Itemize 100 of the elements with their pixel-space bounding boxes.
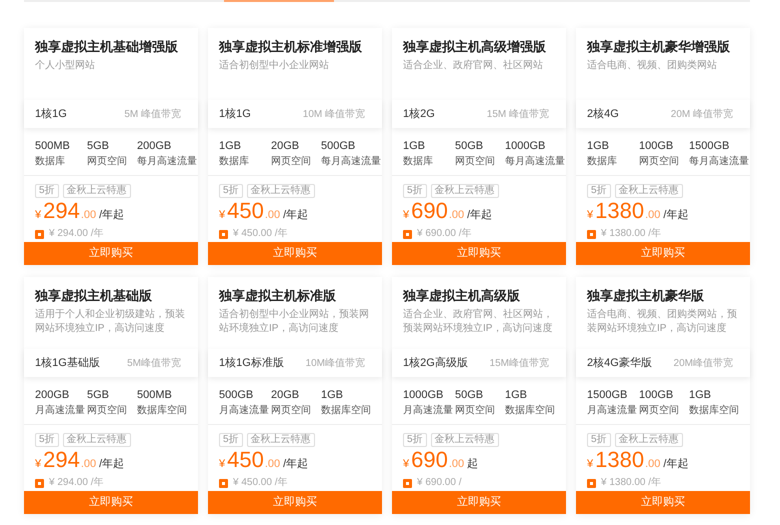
original-price: ¥ 690.00 /年 <box>417 228 472 240</box>
plan-title: 独享虚拟主机标准增强版 <box>219 38 363 56</box>
original-price: ¥ 690.00 / <box>417 477 462 489</box>
price-amount: 450 <box>227 199 264 223</box>
promo-tag: 5折 <box>587 184 611 198</box>
stat-value: 100GB <box>639 139 674 153</box>
stat-value: 500GB <box>321 139 356 153</box>
stat-value: 200GB <box>35 388 70 402</box>
stat-label: 数据库 <box>587 155 618 169</box>
price-amount: 690 <box>411 199 448 223</box>
stat-label: 每月高速流量 <box>321 155 381 169</box>
stat-label: 月高速流量 <box>35 404 86 418</box>
original-price: ¥ 450.00 /年 <box>233 228 288 240</box>
original-price: ¥ 294.00 /年 <box>49 228 104 240</box>
plan-description: 适用于个人和企业初级建站，预装网站环境独立IP，高访问速度 <box>35 308 186 336</box>
stat-label: 网页空间 <box>271 404 312 418</box>
price-amount: 294 <box>43 448 80 472</box>
stat-label: 数据库 <box>403 155 434 169</box>
buy-button[interactable]: 立即购买 <box>576 242 750 265</box>
stat-value: 1GB <box>403 139 426 153</box>
bandwidth-text: 10M 峰值带宽 <box>302 108 365 122</box>
stat-value: 1000GB <box>505 139 546 153</box>
stat-value: 5GB <box>87 139 110 153</box>
price-amount: 690 <box>411 448 448 472</box>
stat-label: 月高速流量 <box>403 404 454 418</box>
bandwidth-text: 20M峰值带宽 <box>674 356 733 370</box>
buy-button[interactable]: 立即购买 <box>24 491 198 514</box>
promo-tag: 金秋上云特惠 <box>430 433 499 447</box>
price-amount: 450 <box>227 448 264 472</box>
currency-symbol: ¥ <box>219 457 226 472</box>
bandwidth-text: 15M 峰值带宽 <box>486 108 549 122</box>
original-price: ¥ 1380.00 /年 <box>601 228 662 240</box>
plan-description: 个人小型网站 <box>35 59 96 73</box>
buy-button[interactable]: 立即购买 <box>392 242 566 265</box>
stat-value: 500MB <box>35 139 71 153</box>
price-amount: 1380 <box>595 448 644 472</box>
currency-symbol: ¥ <box>35 208 42 223</box>
spec-text: 1核1G <box>219 106 251 122</box>
promo-tag: 金秋上云特惠 <box>246 184 315 198</box>
stat-value: 1GB <box>689 388 712 402</box>
price-unit: /年起 <box>467 208 492 223</box>
stat-label: 每月高速流量 <box>137 155 197 169</box>
buy-button[interactable]: 立即购买 <box>208 242 382 265</box>
stat-value: 1000GB <box>403 388 444 402</box>
spec-text: 1核2G <box>403 106 435 122</box>
plan-description: 适合企业、政府官网、社区网站 <box>403 59 544 73</box>
stat-value: 100GB <box>639 388 674 402</box>
bandwidth-text: 20M 峰值带宽 <box>670 108 733 122</box>
promo-tag: 5折 <box>403 433 427 447</box>
stat-label: 每月高速流量 <box>505 155 565 169</box>
plan-title: 独享虚拟主机基础增强版 <box>35 38 179 56</box>
stat-value: 1GB <box>505 388 528 402</box>
spec-text: 1核1G <box>35 106 67 122</box>
price-unit: /年起 <box>99 457 124 472</box>
stat-label: 网页空间 <box>455 155 496 169</box>
currency-symbol: ¥ <box>587 208 594 223</box>
buy-button[interactable]: 立即购买 <box>576 491 750 514</box>
buy-button[interactable]: 立即购买 <box>392 491 566 514</box>
plan-title: 独享虚拟主机标准版 <box>219 287 337 305</box>
stat-label: 数据库空间 <box>321 404 371 418</box>
spec-text: 1核1G标准版 <box>219 356 284 371</box>
stat-label: 网页空间 <box>271 155 312 169</box>
stat-value: 1GB <box>321 388 344 402</box>
spec-text: 1核2G高级版 <box>403 356 468 371</box>
plan-description: 适合初创型中小企业网站，预装网站环境独立IP，高访问速度 <box>219 308 370 336</box>
stat-value: 20GB <box>271 388 300 402</box>
bandwidth-text: 15M峰值带宽 <box>490 356 549 370</box>
spec-text: 2核4G <box>587 106 619 122</box>
plan-title: 独享虚拟主机高级增强版 <box>403 38 547 56</box>
stat-value: 50GB <box>455 388 484 402</box>
stat-label: 月高速流量 <box>219 404 270 418</box>
plan-title: 独享虚拟主机基础版 <box>35 287 153 305</box>
promo-tag: 金秋上云特惠 <box>246 433 315 447</box>
stat-value: 1500GB <box>587 388 628 402</box>
stat-value: 500MB <box>137 388 173 402</box>
bandwidth-text: 10M峰值带宽 <box>306 356 365 370</box>
stat-label: 数据库空间 <box>505 404 555 418</box>
price-decimal: .00 <box>264 457 280 472</box>
price-amount: 1380 <box>595 199 644 223</box>
price-unit: 起 <box>467 457 478 472</box>
currency-symbol: ¥ <box>587 457 594 472</box>
plan-description: 适合电商、视频、团购类网站 <box>587 59 718 73</box>
stat-label: 月高速流量 <box>587 404 638 418</box>
original-price: ¥ 294.00 /年 <box>49 477 104 489</box>
price-unit: /年起 <box>663 457 688 472</box>
currency-symbol: ¥ <box>403 208 410 223</box>
promo-tag: 金秋上云特惠 <box>430 184 499 198</box>
plan-title: 独享虚拟主机高级版 <box>403 287 521 305</box>
stat-label: 网页空间 <box>87 155 128 169</box>
promo-tag: 5折 <box>587 433 611 447</box>
price-unit: /年起 <box>99 208 124 223</box>
original-price: ¥ 1380.00 /年 <box>601 477 662 489</box>
promo-tag: 5折 <box>35 433 59 447</box>
buy-button[interactable]: 立即购买 <box>24 242 198 265</box>
stat-label: 数据库空间 <box>137 404 187 418</box>
buy-button[interactable]: 立即购买 <box>208 491 382 514</box>
spec-text: 2核4G豪华版 <box>587 356 652 371</box>
price-unit: /年起 <box>283 208 308 223</box>
promo-tag: 5折 <box>219 433 243 447</box>
price-decimal: .00 <box>448 457 464 472</box>
